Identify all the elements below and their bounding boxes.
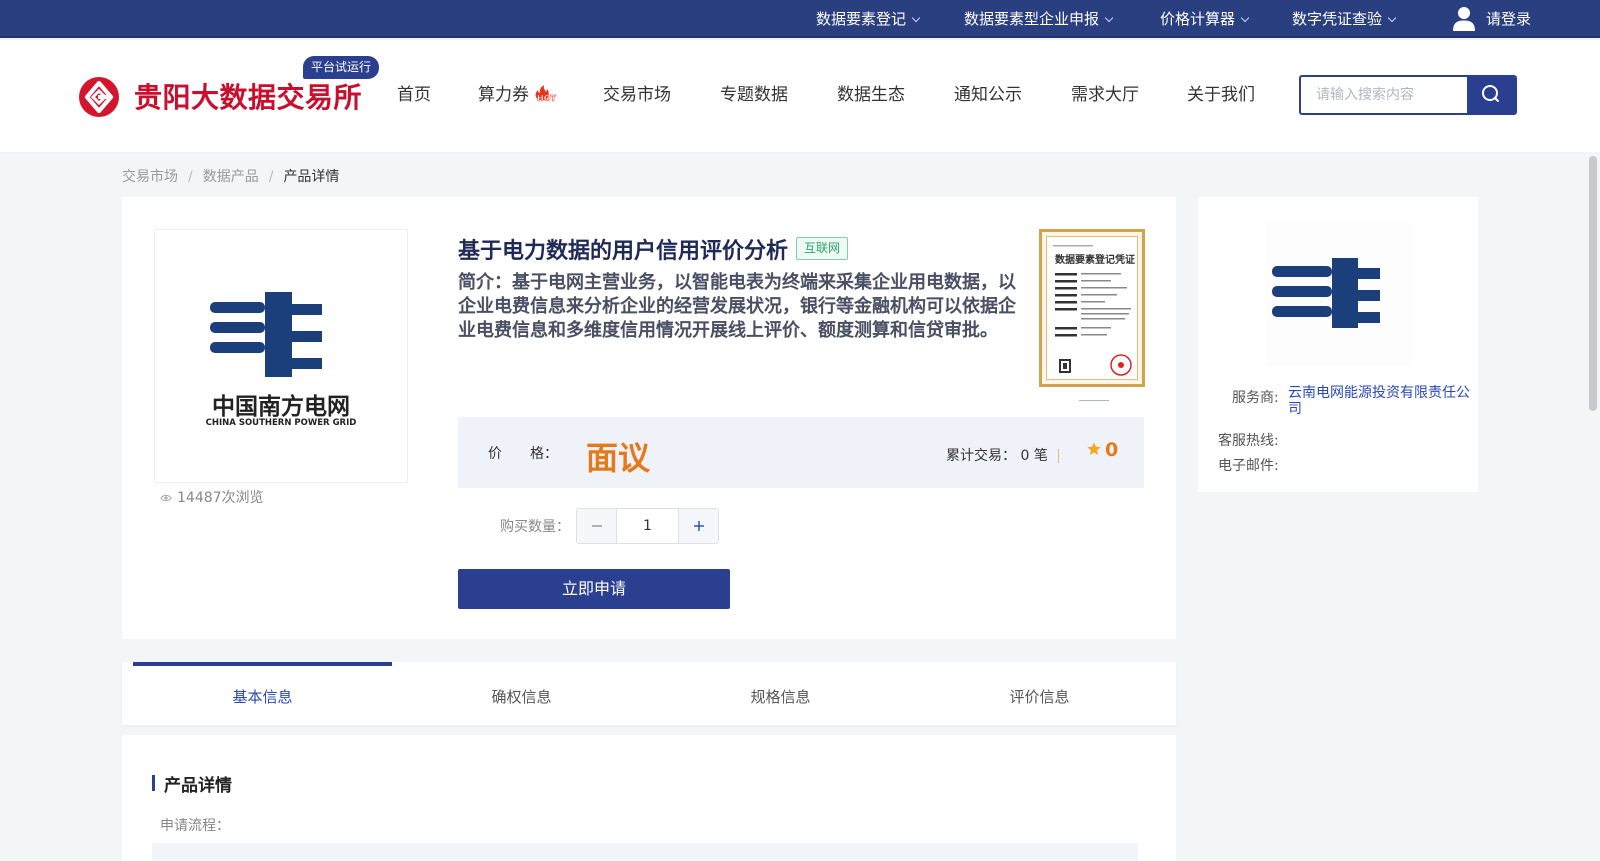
hotline-label: 客服热线: [1218,433,1279,449]
product-intro: 简介：基于电网主营业务，以智能电表为终端来采集企业用电数据，以企业电费信息来分析… [458,272,1016,341]
certificate-title: 数据要素登记凭证 [1055,253,1135,266]
scrollbar-thumb[interactable] [1589,156,1597,411]
nav-demand-hall[interactable]: 需求大厅 [1071,80,1139,105]
divider [1058,449,1059,463]
chevron-down-icon [1387,13,1397,23]
site-name[interactable]: 贵阳大数据交易所 [134,76,362,116]
util-link-label: 价格计算器 [1160,10,1236,28]
product-title: 基于电力数据的用户信用评价分析 [458,239,789,264]
china-southern-power-grid-logo: 中国南方电网 CHINA SOUTHERN POWER GRID [206,292,357,428]
chevron-down-icon [1104,13,1114,23]
nav-about-us[interactable]: 关于我们 [1187,80,1255,105]
tab-review-info[interactable]: 评价信息 [910,662,1169,725]
breadcrumb-separator: / [268,169,274,185]
chevron-down-icon [1240,13,1250,23]
trade-count-value: 0 [1020,448,1030,464]
breadcrumb-trading-market[interactable]: 交易市场 [122,169,178,185]
price-value: 面议 [586,439,651,477]
nav-data-ecosystem[interactable]: 数据生态 [837,80,905,105]
increase-button[interactable] [678,509,718,543]
product-card: 中国南方电网 CHINA SOUTHERN POWER GRID 14487次浏… [122,197,1176,639]
util-link-price-calculator[interactable]: 价格计算器 [1160,0,1250,38]
star-icon [1087,442,1101,455]
provider-card: 服务商: 云南电网能源投资有限责任公司 客服热线: 电子邮件: [1198,197,1478,492]
main-header: 贵阳大数据交易所 平台试运行 首页 算力券 HOT 交易市场 专题数据 数据生态… [0,40,1600,152]
quantity-input[interactable]: 1 [617,509,678,543]
quantity-label: 购买数量： [500,519,570,535]
price-label: 价 格： [488,446,558,462]
service-provider-link[interactable]: 云南电网能源投资有限责任公司 [1288,385,1470,417]
eye-icon [160,494,172,502]
tab-basic-info[interactable]: 基本信息 [133,662,392,725]
provider-logo [1265,222,1413,366]
nav-topic-data[interactable]: 专题数据 [720,80,788,105]
nav-compute-voucher[interactable]: 算力券 HOT [478,80,558,105]
industry-tag: 互联网 [796,237,849,260]
tab-rights-info[interactable]: 确权信息 [392,662,651,725]
breadcrumb-separator: / [188,169,193,185]
provider-label: 服务商: [1232,387,1279,407]
hotline-row: 客服热线: [1218,430,1279,450]
logo-en-text: CHINA SOUTHERN POWER GRID [206,418,357,428]
email-row: 电子邮件: [1218,455,1279,475]
breadcrumb-current: 产品详情 [283,169,340,185]
certificate-image: 数据要素登记凭证 [1053,245,1135,376]
breadcrumb-data-products[interactable]: 数据产品 [203,169,259,185]
util-link-certificate-check[interactable]: 数字凭证查验 [1292,0,1397,38]
product-image: 中国南方电网 CHINA SOUTHERN POWER GRID [154,229,408,483]
search-input[interactable] [1301,77,1469,113]
util-link-label: 数据要素型企业申报 [964,10,1100,28]
user-icon[interactable] [1452,6,1476,32]
nav-trading-market[interactable]: 交易市场 [603,80,671,105]
section-title: 产品详情 [152,771,232,796]
email-label: 电子邮件: [1218,458,1279,474]
nav-announcements[interactable]: 通知公示 [954,80,1022,105]
registration-certificate[interactable]: 数据要素登记凭证 [1039,229,1145,387]
certificate-document: 数据要素登记凭证 [1046,236,1138,380]
view-count-text: 14487次浏览 [177,490,264,506]
trade-count-label: 累计交易： [946,448,1016,464]
rating-value: 0 [1105,439,1119,461]
provider-logo-image [1272,258,1380,328]
util-link-data-registration[interactable]: 数据要素登记 [816,0,921,38]
trial-badge: 平台试运行 [303,56,380,79]
trade-count-unit: 笔 [1033,448,1048,464]
application-flow-panel [152,843,1138,861]
service-provider-label: 服务商: [1232,390,1279,406]
tab-spec-info[interactable]: 规格信息 [651,662,910,725]
top-utility-bar: 数据要素登记 数据要素型企业申报 价格计算器 数字凭证查验 请登录 [0,0,1600,38]
apply-button[interactable]: 立即申请 [458,569,730,609]
nav-label: 算力券 [478,85,529,105]
detail-tabs: 基本信息 确权信息 规格信息 评价信息 [122,662,1176,725]
util-link-label: 数据要素登记 [816,10,907,28]
exchange-logo-icon[interactable] [78,76,120,118]
login-link[interactable]: 请登录 [1486,0,1531,38]
chevron-down-icon [911,13,921,23]
search-icon [1482,85,1499,102]
minus-icon [592,525,602,527]
decrease-button[interactable] [577,509,617,543]
hot-badge-text: HOT [537,94,556,102]
logo-cn-text: 中国南方电网 [212,393,350,420]
product-detail-section: 产品详情 申请流程： [122,735,1176,861]
util-link-enterprise-declaration[interactable]: 数据要素型企业申报 [964,0,1114,38]
application-flow-label: 申请流程： [160,818,230,834]
plus-icon [694,521,704,531]
quantity-stepper: 1 [576,508,719,544]
view-count: 14487次浏览 [160,487,264,507]
search-button[interactable] [1467,77,1515,113]
price-panel: 价 格： 面议 累计交易： 0 笔 0 [458,417,1144,488]
search-box [1299,75,1517,115]
certificate-indicator [1079,400,1109,401]
nav-home[interactable]: 首页 [397,80,431,105]
breadcrumb: 交易市场 / 数据产品 / 产品详情 [122,166,339,186]
util-link-label: 数字凭证查验 [1292,10,1383,28]
hot-flame-icon: HOT [535,85,557,102]
rating: 0 [1086,439,1118,461]
page-scrollbar[interactable] [1585,152,1600,861]
trade-count: 累计交易： 0 笔 [946,445,1048,465]
